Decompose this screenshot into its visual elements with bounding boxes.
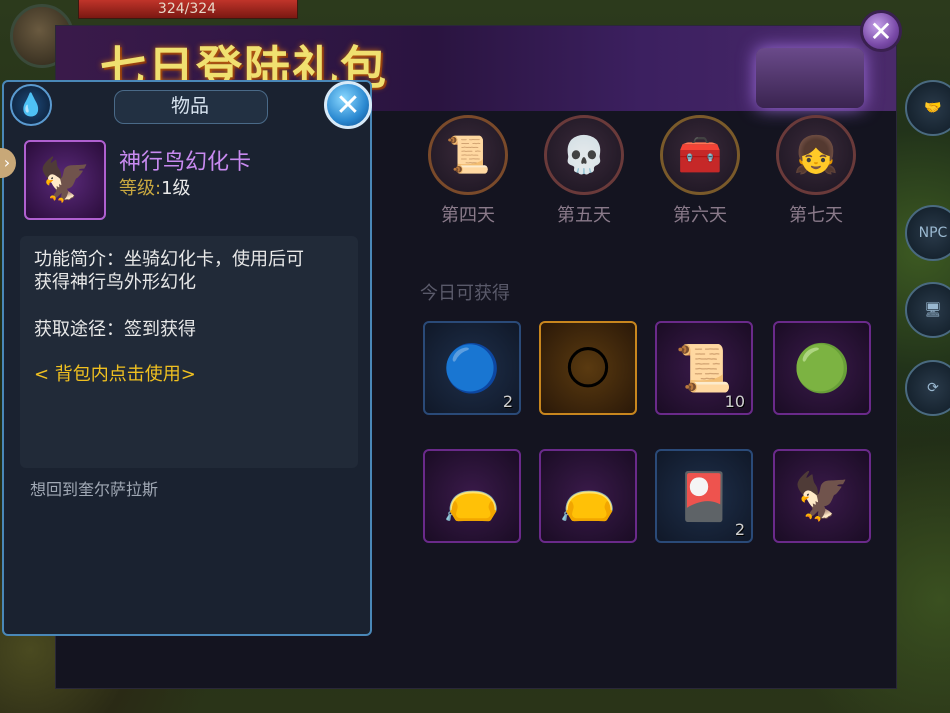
tooltip-close-button[interactable]: ✕ <box>324 81 372 129</box>
desc-line: 获得神行鸟外形幻化 <box>34 272 196 293</box>
day-4[interactable]: 📜 第四天 <box>423 115 513 227</box>
potion-bag-icon: 💧 <box>10 84 52 126</box>
token-card-icon: 🎴 <box>675 468 733 523</box>
flavor-text: 想回到奎尔萨拉斯 <box>30 480 159 499</box>
green-orb-icon: 🟢 <box>793 340 851 395</box>
hp-text: 324/324 <box>157 1 217 17</box>
reward-item-token-card[interactable]: 🎴 2 <box>655 449 753 543</box>
item-tooltip-window: 物品 💧 ✕ › 🦅 神行鸟幻化卡 等级:1级 功能简介：坐骑幻化卡，使用后可 … <box>0 80 372 636</box>
gold-scroll-icon: 📜 <box>675 340 733 395</box>
scroll-icon: 📜 <box>428 115 508 195</box>
tooltip-title: 物品 <box>170 95 209 117</box>
reward-item-light-sphere[interactable]: 🌕 <box>539 321 637 415</box>
bird-mount-icon: 🦅 <box>793 468 851 523</box>
reward-item-blue-pouch[interactable]: 👝 <box>539 449 637 543</box>
item-description: 功能简介：坐骑幻化卡，使用后可 获得神行鸟外形幻化 <box>34 248 354 294</box>
red-pouch-icon: 👝 <box>443 468 501 523</box>
girl-portrait-icon: 👧 <box>776 115 856 195</box>
day-label: 第五天 <box>557 205 611 226</box>
use-in-bag-link[interactable]: < 背包内点击使用> <box>34 360 196 386</box>
chevron-right-icon[interactable]: › <box>0 148 16 178</box>
item-name: 神行鸟幻化卡 <box>119 150 252 175</box>
item-count: 10 <box>724 392 745 411</box>
day-label: 第六天 <box>673 205 727 226</box>
level-key: 等级: <box>119 178 162 199</box>
item-source: 获取途径：签到获得 <box>34 319 196 340</box>
item-count: 2 <box>502 392 513 411</box>
blue-orb-icon: 🔵 <box>443 340 501 395</box>
reward-item-blue-orb[interactable]: 🔵 2 <box>423 321 521 415</box>
day-6[interactable]: 🧰 第六天 <box>655 115 745 227</box>
reward-item-red-pouch[interactable]: 👝 <box>423 449 521 543</box>
light-sphere-icon: 🌕 <box>564 341 612 395</box>
level-value: 1级 <box>161 178 191 199</box>
day-7[interactable]: 👧 第七天 <box>771 115 861 227</box>
reward-item-green-orb[interactable]: 🟢 <box>773 321 871 415</box>
desc-line: 功能简介：坐骑幻化卡，使用后可 <box>34 249 304 270</box>
treasure-chest-icon: 🧰 <box>660 115 740 195</box>
armor-icon: 💀 <box>544 115 624 195</box>
chest-icon <box>756 48 864 108</box>
reward-item-gold-scroll[interactable]: 📜 10 <box>655 321 753 415</box>
close-panel-button[interactable]: ✕ <box>860 10 902 52</box>
day-label: 第七天 <box>789 205 843 226</box>
item-level: 等级:1级 <box>119 174 191 200</box>
npc-label: NPC <box>918 225 948 241</box>
reward-item-bird-mount[interactable]: 🦅 <box>773 449 871 543</box>
today-rewards-label: 今日可获得 <box>420 283 510 304</box>
blue-pouch-icon: 👝 <box>559 468 617 523</box>
bird-mount-icon: 🦅 <box>24 140 106 220</box>
item-count: 2 <box>734 520 745 539</box>
day-label: 第四天 <box>441 205 495 226</box>
day-5[interactable]: 💀 第五天 <box>539 115 629 227</box>
